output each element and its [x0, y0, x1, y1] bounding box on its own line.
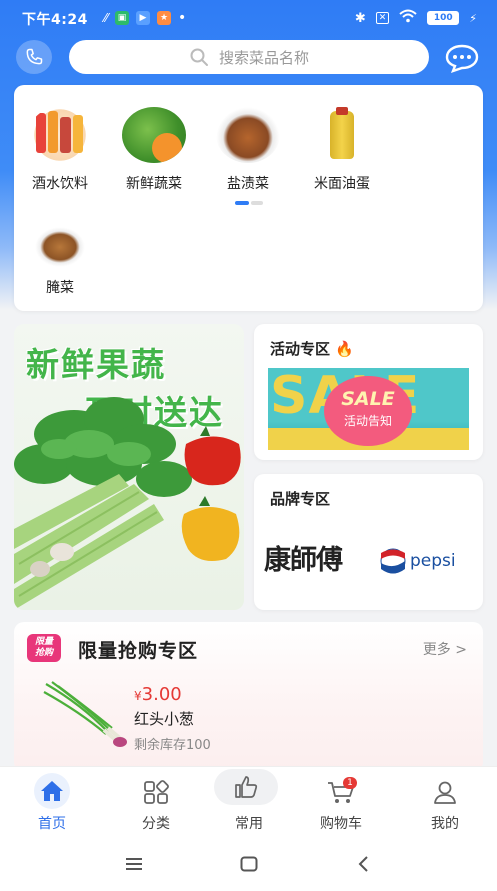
charging-icon: ⚡	[469, 11, 477, 25]
status-bar: 下午4:24 ⁄⁄ ▣ ▶ ★ • ✱ ✕ 100 ⚡	[0, 0, 497, 36]
sale-circle: SALE 活动告知	[324, 376, 412, 446]
tab-category[interactable]: 分类	[121, 767, 191, 837]
brand-title: 品牌专区	[270, 490, 331, 508]
tab-label: 我的	[431, 816, 459, 832]
wechat-notification-icon: ⁄⁄	[104, 11, 109, 25]
cart-icon: 1	[321, 775, 361, 809]
flash-sale-title: 限量抢购专区	[78, 640, 199, 662]
message-button[interactable]	[444, 42, 480, 74]
tab-label: 分类	[142, 816, 170, 832]
system-nav-bar	[0, 836, 497, 891]
square-icon	[240, 856, 258, 872]
battery-icon: 100	[427, 11, 460, 25]
category-card: 酒水饮料 新鲜蔬菜 盐渍菜 米面油蛋 腌菜	[14, 85, 483, 311]
brand-section[interactable]: 品牌专区 康師傅 pepsi	[254, 474, 483, 610]
profile-icon	[425, 775, 465, 809]
item-price: ¥3.00	[134, 684, 182, 705]
celery-image	[14, 397, 241, 610]
flash-sale-section: 限量 抢购 限量抢购专区 更多 > ¥3.00 红头小葱 剩余库存100	[14, 622, 483, 772]
category-drinks[interactable]: 酒水饮料	[18, 107, 102, 193]
back-nav-button[interactable]	[352, 854, 376, 874]
home-nav-button[interactable]	[237, 854, 261, 874]
tab-label: 首页	[38, 816, 66, 832]
tab-frequent[interactable]: 常用	[214, 767, 284, 837]
indicator-active	[235, 201, 249, 205]
fresh-produce-banner[interactable]: 新鲜果蔬 及时送达	[14, 324, 244, 610]
category-salted-veg[interactable]: 盐渍菜	[206, 107, 290, 193]
phone-icon	[26, 48, 43, 65]
tab-label: 购物车	[320, 816, 362, 832]
no-sim-icon: ✕	[375, 12, 390, 24]
activity-title: 活动专区 🔥	[270, 340, 354, 358]
cart-badge: 1	[343, 777, 357, 789]
category-rice-oil[interactable]: 米面油蛋	[300, 107, 384, 193]
thumbs-up-icon	[214, 769, 278, 805]
category-label: 新鲜蔬菜	[126, 176, 182, 192]
chat-icon	[445, 44, 479, 73]
category-label: 米面油蛋	[314, 176, 370, 192]
phone-button[interactable]	[16, 40, 52, 74]
pepsi-label: pepsi	[410, 551, 456, 571]
orange-app-icon: ★	[157, 11, 172, 25]
video-app-icon: ▶	[136, 11, 151, 25]
category-label: 腌菜	[46, 280, 74, 296]
rice-oil-image	[310, 107, 374, 163]
sale-banner: SALE SALE 活动告知	[268, 368, 469, 450]
more-notifications-icon: •	[178, 10, 187, 26]
tab-home[interactable]: 首页	[17, 767, 87, 837]
category-vegetables[interactable]: 新鲜蔬菜	[112, 107, 196, 193]
pepsi-logo-icon	[380, 548, 406, 574]
sale-label: SALE	[341, 388, 395, 410]
wifi-icon	[399, 9, 417, 27]
brand-pepsi[interactable]: pepsi	[380, 548, 456, 574]
menu-nav-button[interactable]	[122, 854, 146, 874]
flash-sale-badge: 限量 抢购	[27, 634, 61, 662]
scallion-image	[43, 681, 127, 747]
status-time: 下午4:24	[22, 12, 88, 28]
activity-section[interactable]: 活动专区 🔥 SALE SALE 活动告知	[254, 324, 483, 460]
more-link[interactable]: 更多 >	[423, 639, 467, 659]
category-label: 酒水饮料	[32, 176, 88, 192]
sale-sub-label: 活动告知	[343, 414, 392, 428]
pickles-image	[35, 227, 85, 267]
tab-label: 常用	[235, 816, 263, 832]
salted-veg-image	[216, 107, 280, 163]
search-input[interactable]: 搜索菜品名称	[69, 40, 429, 74]
search-placeholder: 搜索菜品名称	[218, 48, 309, 67]
flash-item[interactable]: ¥3.00 红头小葱 剩余库存100	[14, 672, 483, 772]
menu-icon	[126, 858, 142, 870]
search-icon	[190, 48, 208, 66]
top-bar: 搜索菜品名称	[0, 40, 497, 76]
category-label: 盐渍菜	[227, 176, 269, 192]
bluetooth-icon: ✱	[354, 10, 366, 26]
indicator-inactive	[251, 201, 263, 205]
fire-icon: 🔥	[335, 340, 354, 358]
vegetables-image	[122, 107, 186, 163]
category-pickles[interactable]: 腌菜	[18, 227, 102, 297]
home-icon	[34, 773, 70, 809]
item-stock: 剩余库存100	[134, 738, 211, 753]
back-icon	[358, 856, 368, 872]
page-indicator	[235, 201, 263, 205]
status-right: ✱ ✕ 100 ⚡	[355, 9, 477, 27]
brand-kangshifu[interactable]: 康師傅	[264, 538, 343, 577]
chevron-right-icon: >	[455, 642, 467, 658]
green-app-icon: ▣	[115, 11, 130, 25]
tab-cart[interactable]: 1 购物车	[306, 767, 376, 837]
bottom-tab-bar: 首页 分类 常用 1 购物车 我的	[0, 766, 497, 836]
notification-icons: ⁄⁄ ▣ ▶ ★ •	[104, 10, 186, 26]
item-name: 红头小葱	[134, 710, 195, 728]
category-icon	[136, 775, 176, 809]
tab-profile[interactable]: 我的	[410, 767, 480, 837]
drinks-image	[28, 107, 92, 163]
